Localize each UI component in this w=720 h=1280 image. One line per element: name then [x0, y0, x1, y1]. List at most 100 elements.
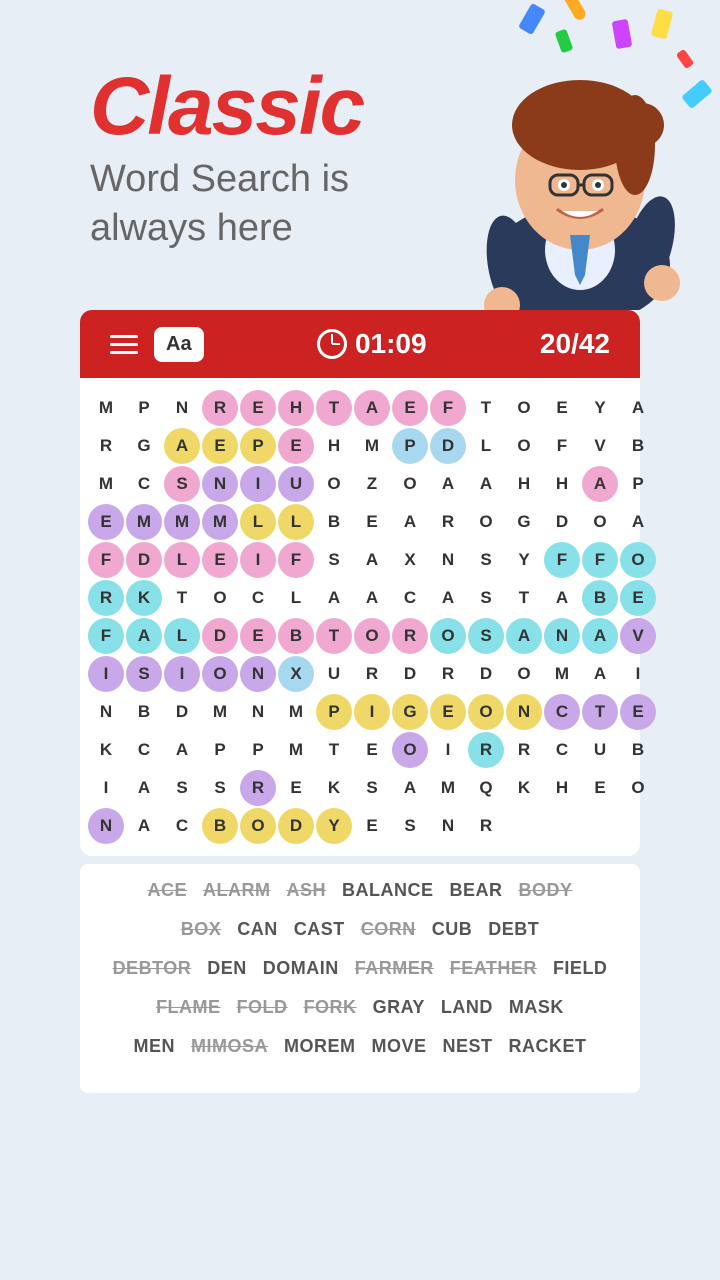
grid-cell[interactable]: B — [278, 618, 314, 654]
grid-cell[interactable]: N — [430, 542, 466, 578]
grid-cell[interactable]: B — [126, 694, 162, 730]
grid-cell[interactable]: S — [392, 808, 428, 844]
grid-cell[interactable]: N — [506, 694, 542, 730]
grid-cell[interactable]: I — [240, 542, 276, 578]
grid-cell[interactable]: A — [582, 618, 618, 654]
grid-cell[interactable]: O — [392, 732, 428, 768]
grid-cell[interactable]: A — [126, 808, 162, 844]
grid-cell[interactable]: L — [164, 542, 200, 578]
grid-cell[interactable]: P — [316, 694, 352, 730]
grid-cell[interactable]: O — [202, 656, 238, 692]
grid-cell[interactable]: C — [240, 580, 276, 616]
grid-cell[interactable]: F — [278, 542, 314, 578]
grid-cell[interactable]: E — [620, 580, 656, 616]
grid-cell[interactable]: V — [620, 618, 656, 654]
grid-cell[interactable]: H — [316, 428, 352, 464]
grid-cell[interactable]: A — [392, 770, 428, 806]
grid-cell[interactable]: N — [430, 808, 466, 844]
grid-cell[interactable]: D — [164, 694, 200, 730]
grid-cell[interactable]: M — [544, 656, 580, 692]
grid-cell[interactable]: G — [506, 504, 542, 540]
grid-cell[interactable]: M — [278, 732, 314, 768]
grid-cell[interactable]: F — [544, 542, 580, 578]
grid-cell[interactable]: I — [88, 770, 124, 806]
grid-cell[interactable]: E — [354, 504, 390, 540]
grid-cell[interactable]: B — [620, 428, 656, 464]
grid-cell[interactable]: K — [88, 732, 124, 768]
grid-cell[interactable]: M — [126, 504, 162, 540]
grid-cell[interactable]: O — [468, 694, 504, 730]
grid-cell[interactable]: K — [126, 580, 162, 616]
grid-cell[interactable]: T — [316, 618, 352, 654]
grid-cell[interactable]: K — [316, 770, 352, 806]
grid-cell[interactable]: F — [544, 428, 580, 464]
grid-cell[interactable]: M — [164, 504, 200, 540]
grid-cell[interactable]: E — [278, 770, 314, 806]
grid-cell[interactable]: R — [354, 656, 390, 692]
grid-cell[interactable]: P — [392, 428, 428, 464]
font-button[interactable]: Aa — [154, 327, 204, 362]
grid-cell[interactable]: T — [316, 732, 352, 768]
grid-cell[interactable]: O — [316, 466, 352, 502]
grid-cell[interactable]: D — [126, 542, 162, 578]
grid-cell[interactable]: I — [88, 656, 124, 692]
grid-cell[interactable]: B — [582, 580, 618, 616]
grid-cell[interactable]: A — [392, 504, 428, 540]
grid-cell[interactable]: F — [88, 542, 124, 578]
grid-cell[interactable]: A — [430, 466, 466, 502]
grid-cell[interactable]: E — [582, 770, 618, 806]
grid-cell[interactable]: G — [126, 428, 162, 464]
grid-cell[interactable]: D — [392, 656, 428, 692]
grid-cell[interactable]: N — [164, 390, 200, 426]
grid-cell[interactable]: E — [278, 428, 314, 464]
grid-cell[interactable]: L — [278, 504, 314, 540]
grid-cell[interactable]: A — [620, 390, 656, 426]
menu-button[interactable] — [110, 335, 138, 354]
grid-cell[interactable]: E — [240, 618, 276, 654]
grid-cell[interactable]: O — [430, 618, 466, 654]
grid-cell[interactable]: A — [164, 428, 200, 464]
grid-cell[interactable]: P — [240, 428, 276, 464]
grid-cell[interactable]: L — [164, 618, 200, 654]
grid-cell[interactable]: R — [468, 732, 504, 768]
grid-cell[interactable]: S — [164, 466, 200, 502]
grid-cell[interactable]: E — [544, 390, 580, 426]
grid-cell[interactable]: A — [354, 542, 390, 578]
grid-cell[interactable]: P — [240, 732, 276, 768]
grid-cell[interactable]: E — [392, 390, 428, 426]
grid-cell[interactable]: L — [468, 428, 504, 464]
grid-cell[interactable]: X — [278, 656, 314, 692]
grid-cell[interactable]: C — [126, 732, 162, 768]
grid-cell[interactable]: B — [316, 504, 352, 540]
grid-cell[interactable]: C — [544, 694, 580, 730]
grid-cell[interactable]: C — [164, 808, 200, 844]
grid-cell[interactable]: A — [354, 390, 390, 426]
grid-cell[interactable]: M — [278, 694, 314, 730]
grid-cell[interactable]: H — [506, 466, 542, 502]
grid-cell[interactable]: G — [392, 694, 428, 730]
grid-cell[interactable]: T — [582, 694, 618, 730]
grid-cell[interactable]: R — [88, 428, 124, 464]
grid-cell[interactable]: V — [582, 428, 618, 464]
grid-cell[interactable]: O — [620, 770, 656, 806]
grid-cell[interactable]: L — [278, 580, 314, 616]
grid-cell[interactable]: O — [202, 580, 238, 616]
grid-cell[interactable]: T — [316, 390, 352, 426]
grid-cell[interactable]: A — [582, 656, 618, 692]
grid-cell[interactable]: N — [240, 656, 276, 692]
grid-cell[interactable]: E — [430, 694, 466, 730]
grid-cell[interactable]: E — [202, 428, 238, 464]
grid-cell[interactable]: I — [354, 694, 390, 730]
grid-cell[interactable]: U — [316, 656, 352, 692]
grid-cell[interactable]: E — [88, 504, 124, 540]
grid-cell[interactable]: M — [202, 694, 238, 730]
grid-cell[interactable]: D — [202, 618, 238, 654]
grid-cell[interactable]: A — [164, 732, 200, 768]
grid-cell[interactable]: R — [202, 390, 238, 426]
grid-cell[interactable]: Y — [316, 808, 352, 844]
grid-cell[interactable]: S — [202, 770, 238, 806]
grid-cell[interactable]: L — [240, 504, 276, 540]
grid-cell[interactable]: E — [202, 542, 238, 578]
grid-cell[interactable]: Y — [506, 542, 542, 578]
grid-cell[interactable]: I — [430, 732, 466, 768]
